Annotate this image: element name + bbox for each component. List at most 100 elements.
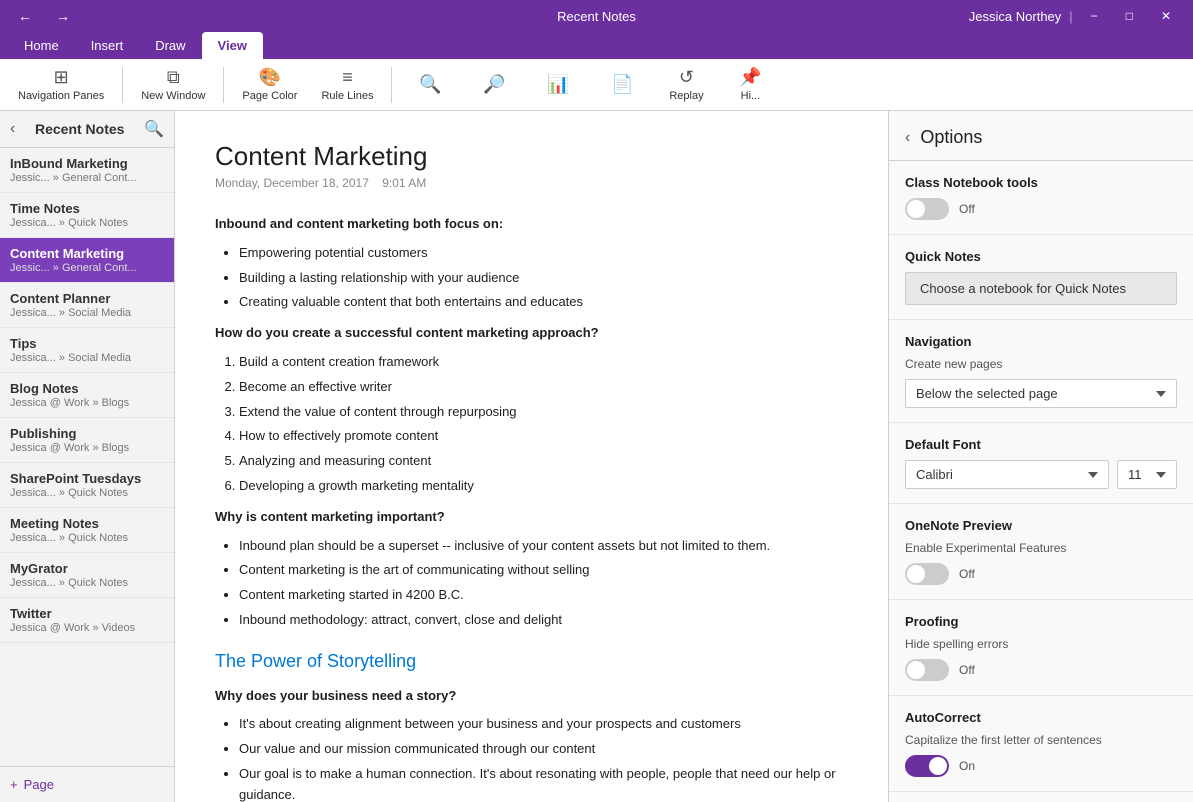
autocorrect-toggle-row: On xyxy=(905,755,1177,777)
sidebar-item-sub: Jessica @ Work » Blogs xyxy=(10,397,164,409)
ribbon-separator xyxy=(122,67,123,103)
proofing-toggle[interactable] xyxy=(905,659,949,681)
sidebar-item-blog-notes[interactable]: Blog Notes Jessica @ Work » Blogs xyxy=(0,373,174,418)
sidebar-item-sub: Jessica... » Quick Notes xyxy=(10,487,164,499)
new-window-icon: ⧉ xyxy=(167,67,180,88)
page-button[interactable]: 📄 xyxy=(592,70,652,99)
hide-spelling-label: Hide spelling errors xyxy=(905,637,1177,651)
zoom-in-button[interactable]: 🔎 xyxy=(464,70,524,99)
tab-home[interactable]: Home xyxy=(8,32,75,59)
replay-label: Replay xyxy=(669,90,703,102)
sidebar-item-title: MyGrator xyxy=(10,561,164,576)
autocorrect-section: AutoCorrect Capitalize the first letter … xyxy=(889,696,1193,792)
new-window-label: New Window xyxy=(141,90,205,102)
page-date: Monday, December 18, 2017 xyxy=(215,176,369,190)
sidebar-back-button[interactable]: ‹ xyxy=(10,120,15,138)
choose-notebook-button[interactable]: Choose a notebook for Quick Notes xyxy=(905,272,1177,305)
sidebar-item-title: Tips xyxy=(10,336,164,351)
sidebar-item-meeting-notes[interactable]: Meeting Notes Jessica... » Quick Notes xyxy=(0,508,174,553)
nav-forward-button[interactable]: → xyxy=(50,6,76,26)
capitalize-label: Capitalize the first letter of sentences xyxy=(905,733,1177,747)
sidebar-item-inbound-marketing[interactable]: InBound Marketing Jessic... » General Co… xyxy=(0,148,174,193)
replay-icon: ↺ xyxy=(679,67,694,88)
sidebar-item-mygrator[interactable]: MyGrator Jessica... » Quick Notes xyxy=(0,553,174,598)
navigation-panes-label: Navigation Panes xyxy=(18,90,104,102)
default-font-section: Default Font Calibri Arial Times New Rom… xyxy=(889,423,1193,504)
rule-lines-button[interactable]: ≡ Rule Lines xyxy=(311,63,383,106)
sidebar-item-sub: Jessica... » Social Media xyxy=(10,352,164,364)
intro-bullets: Empowering potential customers Building … xyxy=(239,243,848,313)
tab-insert[interactable]: Insert xyxy=(75,32,140,59)
class-notebook-toggle-row: Off xyxy=(905,198,1177,220)
tab-view[interactable]: View xyxy=(202,32,263,59)
autocorrect-toggle-label: On xyxy=(959,759,975,773)
font-size-dropdown[interactable]: 8 9 10 11 12 xyxy=(1117,460,1177,489)
sidebar-item-content-marketing[interactable]: Content Marketing Jessic... » General Co… xyxy=(0,238,174,283)
create-new-pages-label: Create new pages xyxy=(905,357,1177,371)
onenote-preview-toggle-row: Off xyxy=(905,563,1177,585)
hide-label: Hi... xyxy=(741,90,761,102)
autocorrect-toggle[interactable] xyxy=(905,755,949,777)
sidebar-item-twitter[interactable]: Twitter Jessica @ Work » Videos xyxy=(0,598,174,643)
sidebar-item-publishing[interactable]: Publishing Jessica @ Work » Blogs xyxy=(0,418,174,463)
replay-button[interactable]: ↺ Replay xyxy=(656,63,716,106)
class-notebook-toggle[interactable] xyxy=(905,198,949,220)
navigation-title: Navigation xyxy=(905,334,1177,349)
minimize-button[interactable]: − xyxy=(1081,5,1108,27)
list-item: Building a lasting relationship with you… xyxy=(239,268,848,289)
rule-lines-label: Rule Lines xyxy=(321,90,373,102)
tab-draw[interactable]: Draw xyxy=(139,32,201,59)
title-bar-nav-group: ← → xyxy=(12,6,76,26)
title-bar: ← → Recent Notes Jessica Northey | − □ ✕ xyxy=(0,0,1193,32)
sidebar-item-title: Blog Notes xyxy=(10,381,164,396)
class-notebook-toggle-label: Off xyxy=(959,202,975,216)
window-title: Recent Notes xyxy=(557,9,636,24)
sidebar-item-title: Publishing xyxy=(10,426,164,441)
sidebar-item-content-planner[interactable]: Content Planner Jessica... » Social Medi… xyxy=(0,283,174,328)
sidebar-item-sub: Jessica... » Quick Notes xyxy=(10,577,164,589)
nav-back-button[interactable]: ← xyxy=(12,6,38,26)
sidebar-item-sharepoint-tuesdays[interactable]: SharePoint Tuesdays Jessica... » Quick N… xyxy=(0,463,174,508)
onenote-preview-title: OneNote Preview xyxy=(905,518,1177,533)
sidebar-item-tips[interactable]: Tips Jessica... » Social Media xyxy=(0,328,174,373)
font-family-dropdown[interactable]: Calibri Arial Times New Roman Verdana xyxy=(905,460,1109,489)
page-meta: Monday, December 18, 2017 9:01 AM xyxy=(215,176,848,190)
page-color-button[interactable]: 🎨 Page Color xyxy=(232,63,307,106)
sidebar-item-title: SharePoint Tuesdays xyxy=(10,471,164,486)
options-header: ‹ Options xyxy=(889,111,1193,161)
sidebar-item-title: Twitter xyxy=(10,606,164,621)
q3-bullets: It's about creating alignment between yo… xyxy=(239,714,848,802)
q2-bullets: Inbound plan should be a superset -- inc… xyxy=(239,536,848,631)
zoom-out-button[interactable]: 🔍 xyxy=(400,70,460,99)
hide-button[interactable]: 📌 Hi... xyxy=(720,63,780,106)
options-back-button[interactable]: ‹ xyxy=(905,129,910,147)
onenote-preview-section: OneNote Preview Enable Experimental Feat… xyxy=(889,504,1193,600)
sidebar-search-button[interactable]: 🔍 xyxy=(144,119,164,139)
navigation-panes-button[interactable]: ⊞ Navigation Panes xyxy=(8,63,114,106)
new-window-button[interactable]: ⧉ New Window xyxy=(131,63,215,106)
list-item: Become an effective writer xyxy=(239,377,848,398)
options-panel: ‹ Options Class Notebook tools Off Quick… xyxy=(888,111,1193,802)
sidebar-item-time-notes[interactable]: Time Notes Jessica... » Quick Notes xyxy=(0,193,174,238)
proofing-title: Proofing xyxy=(905,614,1177,629)
create-pages-dropdown[interactable]: Below the selected page At end of sectio… xyxy=(905,379,1177,408)
list-item: Empowering potential customers xyxy=(239,243,848,264)
sidebar-item-sub: Jessica... » Quick Notes xyxy=(10,532,164,544)
table-button[interactable]: 📊 xyxy=(528,70,588,99)
add-page-button[interactable]: + Page xyxy=(0,766,174,802)
list-item: Developing a growth marketing mentality xyxy=(239,476,848,497)
close-button[interactable]: ✕ xyxy=(1151,5,1181,27)
rule-lines-icon: ≡ xyxy=(342,67,353,88)
add-page-label: Page xyxy=(24,777,54,792)
list-item: Our goal is to make a human connection. … xyxy=(239,764,848,802)
zoom-out-icon: 🔍 xyxy=(419,74,441,95)
sidebar-list: InBound Marketing Jessic... » General Co… xyxy=(0,148,174,766)
page-icon: 📄 xyxy=(611,74,633,95)
onenote-preview-toggle[interactable] xyxy=(905,563,949,585)
body-intro: Inbound and content marketing both focus… xyxy=(215,214,848,235)
sidebar-item-title: Content Marketing xyxy=(10,246,164,261)
maximize-button[interactable]: □ xyxy=(1116,5,1143,27)
page-content: Content Marketing Monday, December 18, 2… xyxy=(175,111,888,802)
table-icon: 📊 xyxy=(547,74,569,95)
list-item: Inbound plan should be a superset -- inc… xyxy=(239,536,848,557)
